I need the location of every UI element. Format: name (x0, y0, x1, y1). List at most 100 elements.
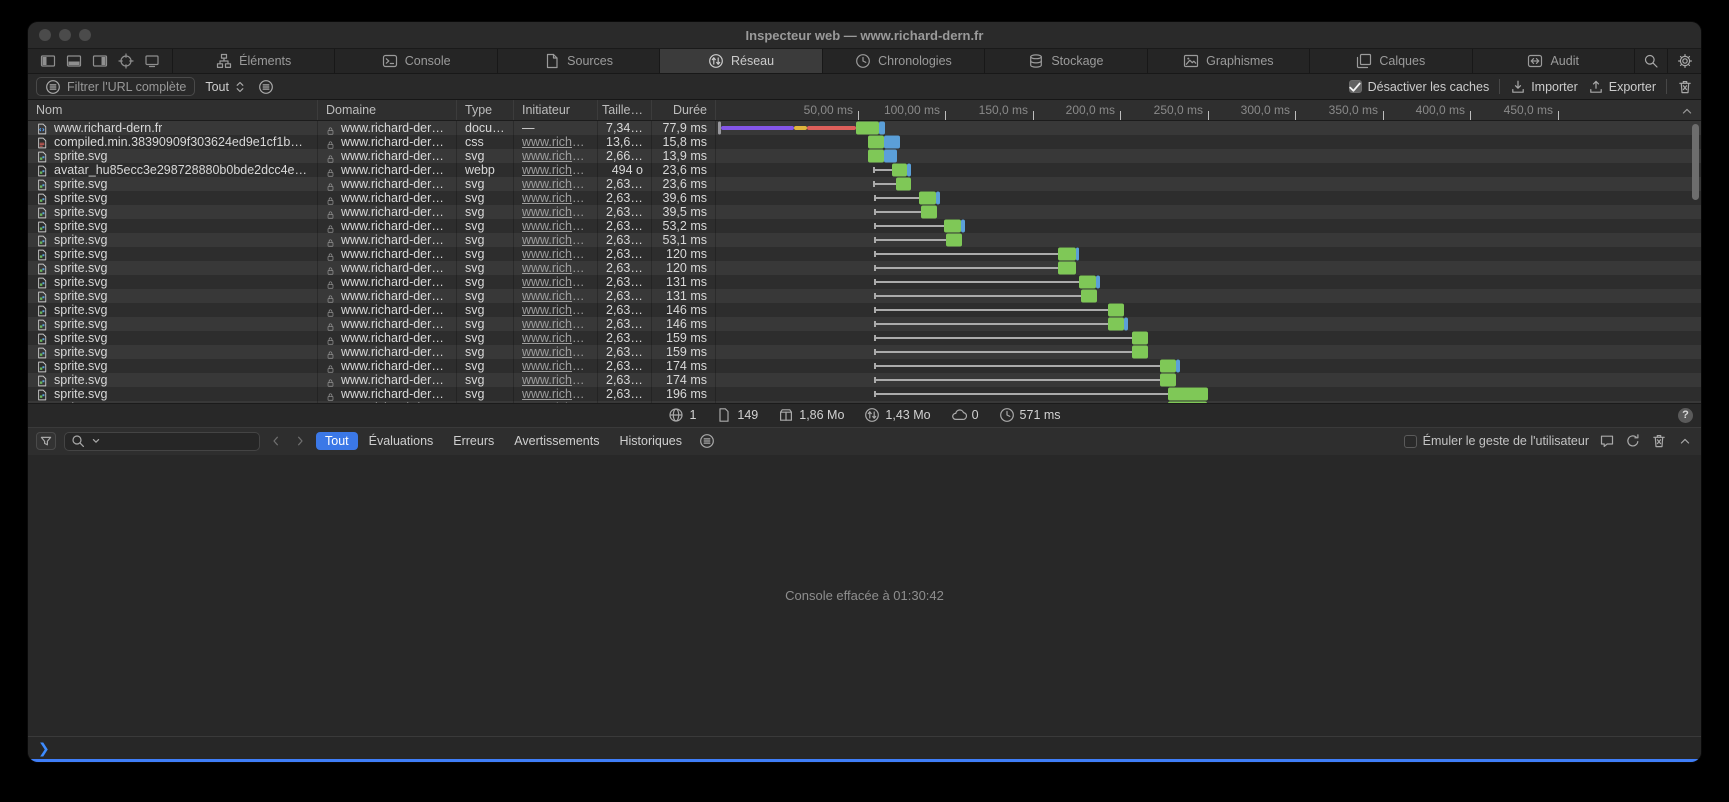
request-domain: www.richard-dern.fr (341, 247, 448, 261)
request-initiator-cell: www.richard-d… (514, 303, 598, 317)
url-filter-input[interactable]: Filtrer l'URL complète (36, 77, 195, 96)
options-menu-icon[interactable] (258, 79, 274, 95)
request-initiator[interactable]: www.richard-d… (522, 289, 589, 303)
table-row[interactable]: sprite.svg www.richard-dern.fr svg www.r… (28, 317, 1701, 331)
column-header-initiator[interactable]: Initiateur (514, 100, 598, 120)
table-row[interactable]: sprite.svg www.richard-dern.fr svg www.r… (28, 205, 1701, 219)
column-header-type[interactable]: Type (457, 100, 514, 120)
request-initiator[interactable]: www.richard-d… (522, 135, 589, 149)
request-initiator[interactable]: www.richard-d… (522, 177, 589, 191)
request-initiator[interactable]: www.richard-d… (522, 219, 589, 233)
request-initiator[interactable]: www.richard-d… (522, 345, 589, 359)
console-scope-evaluations[interactable]: Évaluations (360, 432, 443, 450)
table-row[interactable]: sprite.svg www.richard-dern.fr svg www.r… (28, 373, 1701, 387)
settings-tab[interactable] (1668, 49, 1701, 73)
request-initiator[interactable]: www.richard-d… (522, 191, 589, 205)
waterfall-segment-green (1058, 248, 1076, 261)
column-header-domain[interactable]: Domaine (318, 100, 457, 120)
request-initiator[interactable]: www.richard-d… (522, 247, 589, 261)
clear-console-trash-icon[interactable] (1651, 433, 1667, 449)
table-row[interactable]: sprite.svg www.richard-dern.fr svg www.r… (28, 219, 1701, 233)
export-button[interactable]: Exporter (1588, 79, 1656, 95)
console-scope-avertissements[interactable]: Avertissements (505, 432, 608, 450)
request-initiator[interactable]: www.richard-d… (522, 331, 589, 345)
summary-item-globe: 1 (668, 407, 696, 423)
table-row[interactable]: sprite.svg www.richard-dern.fr svg www.r… (28, 345, 1701, 359)
table-row[interactable]: sprite.svg www.richard-dern.fr svg www.r… (28, 191, 1701, 205)
waterfall-segment-blue (879, 122, 885, 135)
table-row[interactable]: sprite.svg www.richard-dern.fr svg www.r… (28, 303, 1701, 317)
tab-chronologies[interactable]: Chronologies (823, 49, 985, 73)
console-filter-button[interactable] (36, 432, 56, 450)
request-initiator[interactable]: www.richard-d… (522, 401, 589, 403)
table-row[interactable]: compiled.min.38390909f303624ed9e1cf1bd3f… (28, 135, 1701, 149)
table-row[interactable]: sprite.svg www.richard-dern.fr svg www.r… (28, 401, 1701, 403)
table-row[interactable]: avatar_hu85ecc3e298728880b0bde2dcc4e5c23… (28, 163, 1701, 177)
console-search-input[interactable] (106, 433, 254, 449)
collapse-timeline-icon[interactable] (1679, 103, 1695, 119)
request-initiator[interactable]: www.richard-d… (522, 205, 589, 219)
tab-reseau[interactable]: Réseau (660, 49, 822, 73)
table-row[interactable]: sprite.svg www.richard-dern.fr svg www.r… (28, 359, 1701, 373)
console-search-field[interactable] (64, 432, 260, 451)
table-scrollbar[interactable] (1692, 124, 1699, 200)
tab-stockage[interactable]: Stockage (985, 49, 1147, 73)
table-row[interactable]: www.richard-dern.fr www.richard-dern.fr … (28, 121, 1701, 135)
type-filter-dropdown[interactable]: Tout (205, 79, 248, 95)
request-initiator[interactable]: www.richard-d… (522, 317, 589, 331)
tab-audit[interactable]: Audit (1473, 49, 1635, 73)
console-scope-historiques[interactable]: Historiques (610, 432, 691, 450)
dock-bottom-icon[interactable] (66, 53, 82, 69)
request-initiator[interactable]: www.richard-d… (522, 275, 589, 289)
tab-label: Éléments (239, 54, 291, 68)
console-scope-erreurs[interactable]: Erreurs (444, 432, 503, 450)
table-row[interactable]: sprite.svg www.richard-dern.fr svg www.r… (28, 149, 1701, 163)
dock-left-icon[interactable] (40, 53, 56, 69)
emulate-gesture-checkbox[interactable]: Émuler le geste de l'utilisateur (1404, 434, 1589, 448)
quick-console-prompt[interactable]: ❯ (28, 737, 1701, 759)
table-row[interactable]: sprite.svg www.richard-dern.fr svg www.r… (28, 261, 1701, 275)
table-row[interactable]: sprite.svg www.richard-dern.fr svg www.r… (28, 331, 1701, 345)
column-header-size[interactable]: Taille… (598, 100, 652, 120)
next-result-icon[interactable] (292, 433, 308, 449)
column-header-duration[interactable]: Durée (652, 100, 716, 120)
request-initiator[interactable]: www.richard-d… (522, 149, 589, 163)
element-picker-icon[interactable] (118, 53, 134, 69)
table-row[interactable]: sprite.svg www.richard-dern.fr svg www.r… (28, 233, 1701, 247)
dock-right-icon[interactable] (92, 53, 108, 69)
request-size: 2,63 … (606, 233, 643, 247)
table-row[interactable]: sprite.svg www.richard-dern.fr svg www.r… (28, 289, 1701, 303)
request-initiator[interactable]: www.richard-d… (522, 163, 589, 177)
column-header-name[interactable]: Nom (28, 100, 318, 120)
request-initiator[interactable]: www.richard-d… (522, 373, 589, 387)
table-row[interactable]: sprite.svg www.richard-dern.fr svg www.r… (28, 275, 1701, 289)
expand-console-icon[interactable] (1677, 433, 1693, 449)
request-initiator[interactable]: www.richard-d… (522, 303, 589, 317)
tab-graphismes[interactable]: Graphismes (1148, 49, 1310, 73)
clear-network-trash-icon[interactable] (1677, 79, 1693, 95)
request-initiator[interactable]: www.richard-d… (522, 261, 589, 275)
tab-elements[interactable]: Éléments (173, 49, 335, 73)
tab-sources[interactable]: Sources (498, 49, 660, 73)
table-row[interactable]: sprite.svg www.richard-dern.fr svg www.r… (28, 387, 1701, 401)
request-initiator[interactable]: www.richard-d… (522, 387, 589, 401)
scope-menu-icon[interactable] (699, 433, 715, 449)
disable-caches-checkbox[interactable]: Désactiver les caches (1349, 80, 1490, 94)
import-button[interactable]: Importer (1510, 79, 1578, 95)
table-row[interactable]: sprite.svg www.richard-dern.fr svg www.r… (28, 177, 1701, 191)
device-icon[interactable] (144, 53, 160, 69)
help-button[interactable]: ? (1678, 408, 1693, 423)
request-name: sprite.svg (54, 401, 108, 403)
tab-console[interactable]: Console (335, 49, 497, 73)
table-row[interactable]: sprite.svg www.richard-dern.fr svg www.r… (28, 247, 1701, 261)
reload-icon[interactable] (1625, 433, 1641, 449)
console-pane-icon[interactable] (1599, 433, 1615, 449)
request-initiator[interactable]: www.richard-d… (522, 359, 589, 373)
request-type: document (465, 121, 505, 135)
tab-calques[interactable]: Calques (1310, 49, 1472, 73)
console-scope-tout[interactable]: Tout (316, 432, 358, 450)
search-tab[interactable] (1635, 49, 1668, 73)
waterfall-cell (716, 303, 1701, 317)
request-initiator[interactable]: www.richard-d… (522, 233, 589, 247)
previous-result-icon[interactable] (268, 433, 284, 449)
